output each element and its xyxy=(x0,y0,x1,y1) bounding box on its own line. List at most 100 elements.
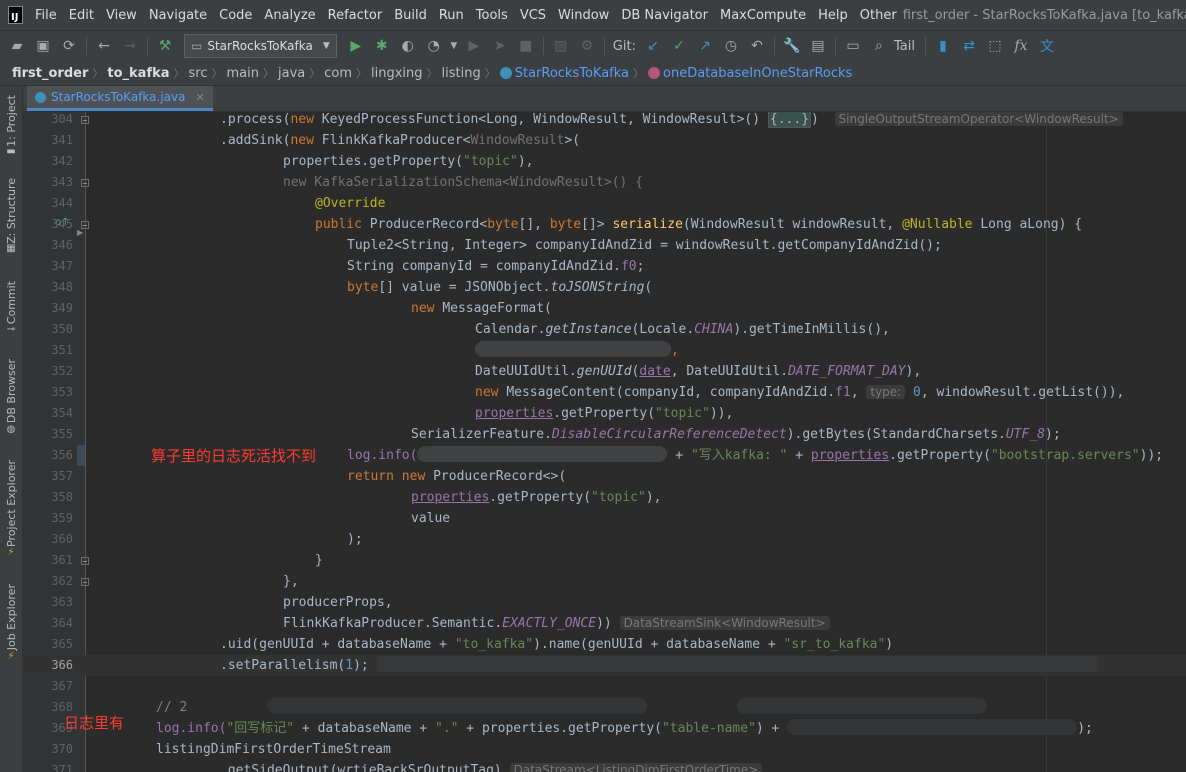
code-text: .addSink(new FlinkKafkaProducer<WindowRe… xyxy=(220,130,580,151)
run-config-select[interactable]: ▭ StarRocksToKafka ▼ xyxy=(184,34,337,58)
menu-view[interactable]: View xyxy=(100,8,143,23)
translate-icon[interactable]: 文 xyxy=(1034,34,1060,58)
menu-bar: IJ File Edit View Navigate Code Analyze … xyxy=(0,0,1186,30)
menu-other[interactable]: Other xyxy=(854,8,903,23)
search-icon[interactable]: ⌕ xyxy=(866,34,892,58)
reload-changed-icon[interactable]: ⚙ xyxy=(574,34,600,58)
folded-region[interactable]: {...} xyxy=(767,112,812,128)
tool-tab-db-browser[interactable]: DB Browser ◍ xyxy=(0,356,22,438)
debug-bug-icon[interactable]: ✱ xyxy=(369,34,395,58)
line-number: 370 xyxy=(51,742,73,756)
parameter-hint: type: xyxy=(866,385,906,399)
code-token: , xyxy=(850,385,867,400)
plugin-icon[interactable]: ⬚ xyxy=(982,34,1008,58)
step-icon[interactable]: ➤ xyxy=(487,34,513,58)
menu-vcs[interactable]: VCS xyxy=(514,8,552,23)
save-all-icon[interactable]: ▣ xyxy=(30,34,56,58)
tool-tab-project[interactable]: 1: Project ▬ xyxy=(0,90,22,162)
more-run-chevron-icon[interactable]: ▼ xyxy=(447,34,461,58)
breadcrumb-project[interactable]: first_order xyxy=(0,66,91,81)
code-line: 348 byte[] value = JSONObject.toJSONStri… xyxy=(23,277,1186,298)
menu-file[interactable]: File xyxy=(29,8,63,23)
breadcrumb-method[interactable]: oneDatabaseInOneStarRocks xyxy=(645,66,855,81)
profile-icon[interactable]: ◔ xyxy=(421,34,447,58)
stop-icon[interactable]: ■ xyxy=(513,34,539,58)
menu-maxcompute[interactable]: MaxCompute xyxy=(714,8,812,23)
sync-icon[interactable]: ⟳ xyxy=(56,34,82,58)
tool-tab-job-explorer[interactable]: Job Explorer ⚡ xyxy=(0,580,22,666)
code-token: SerializerFeature. xyxy=(411,427,552,442)
breadcrumb-lingxing[interactable]: lingxing xyxy=(368,66,426,81)
type-hint: DataStreamSink<WindowResult> xyxy=(619,616,830,630)
breadcrumb-listing[interactable]: listing xyxy=(439,66,484,81)
menu-tools[interactable]: Tools xyxy=(470,8,514,23)
job-explorer-icon: ⚡ xyxy=(7,650,15,662)
code-token: CHINA xyxy=(694,322,734,337)
breadcrumb-java[interactable]: java xyxy=(275,66,308,81)
attach-icon[interactable]: ▨ xyxy=(548,34,574,58)
code-token: EXACTLY_ONCE xyxy=(502,616,597,631)
code-token: "topic" xyxy=(655,406,710,421)
code-token: "sr_to_kafka" xyxy=(783,637,886,652)
annotation-log-present: 日志里有 xyxy=(64,714,125,732)
tail-label[interactable]: Tail xyxy=(892,39,921,54)
menu-db-navigator[interactable]: DB Navigator xyxy=(615,8,714,23)
git-commit-check-icon[interactable]: ✓ xyxy=(666,34,692,58)
menu-navigate[interactable]: Navigate xyxy=(143,8,213,23)
code-text: String companyId = companyIdAndZid.f0; xyxy=(347,256,644,277)
tool-tab-commit-label: Commit xyxy=(4,280,18,325)
resume-icon[interactable]: ▶ xyxy=(461,34,487,58)
breadcrumb-module[interactable]: to_kafka xyxy=(104,66,172,81)
menu-refactor[interactable]: Refactor xyxy=(322,8,389,23)
tool-tab-structure[interactable]: Z: Structure ▦ xyxy=(0,176,22,256)
menu-run[interactable]: Run xyxy=(433,8,470,23)
breadcrumb-main[interactable]: main xyxy=(224,66,262,81)
run-icon[interactable]: ▶ xyxy=(343,34,369,58)
git-push-icon[interactable]: ↗ xyxy=(692,34,718,58)
tool-tab-project-explorer[interactable]: Project Explorer ⚡ xyxy=(0,456,22,562)
toolbar-divider xyxy=(603,37,605,55)
coverage-icon[interactable]: ◐ xyxy=(395,34,421,58)
code-token: DateUUIdUtil. xyxy=(475,364,577,379)
redacted-block xyxy=(417,446,668,462)
menu-help[interactable]: Help xyxy=(812,8,854,23)
code-line: 352 DateUUIdUtil.genUUId(date, DateUUIdU… xyxy=(23,361,1186,382)
menu-code[interactable]: Code xyxy=(213,8,258,23)
code-token: .setParallelism( xyxy=(220,658,346,673)
menu-analyze[interactable]: Analyze xyxy=(258,8,321,23)
open-folder-icon[interactable]: ▰ xyxy=(4,34,30,58)
code-line: 343 new KafkaSerializationSchema<WindowR… xyxy=(23,172,1186,193)
chevron-down-icon: ▼ xyxy=(322,41,330,51)
menu-edit[interactable]: Edit xyxy=(63,8,100,23)
menu-build[interactable]: Build xyxy=(388,8,433,23)
code-token: MessageFormat( xyxy=(442,301,552,316)
breadcrumb-class[interactable]: StarRocksToKafka xyxy=(497,66,632,81)
close-icon[interactable]: ✕ xyxy=(195,91,204,104)
line-number: 351 xyxy=(51,343,73,357)
code-text: @Override xyxy=(315,196,386,211)
database-icon[interactable]: ▮ xyxy=(930,34,956,58)
git-update-icon[interactable]: ↙ xyxy=(640,34,666,58)
tool-tab-commit[interactable]: Commit ⊸ xyxy=(0,278,22,338)
function-fx-icon[interactable]: fx xyxy=(1008,34,1034,58)
history-clock-icon[interactable]: ◷ xyxy=(718,34,744,58)
code-text: Calendar.getInstance(Locale.CHINA).getTi… xyxy=(475,319,890,340)
code-token: serialize xyxy=(612,217,683,232)
editor-tab-starrockstokafka[interactable]: StarRocksToKafka.java ✕ xyxy=(27,86,213,111)
code-line: 304 .process(new KeyedProcessFunction<Lo… xyxy=(23,112,1186,130)
rollback-icon[interactable]: ↶ xyxy=(744,34,770,58)
diff-icon[interactable]: ⇄ xyxy=(956,34,982,58)
code-editor[interactable]: o↑ ▶ 304 .process(new KeyedProcessFuncti… xyxy=(23,112,1186,772)
back-arrow-icon[interactable]: ← xyxy=(91,34,117,58)
breadcrumb-src[interactable]: src xyxy=(186,66,211,81)
terminal-icon[interactable]: ▭ xyxy=(840,34,866,58)
breadcrumb-com[interactable]: com xyxy=(321,66,355,81)
build-hammer-icon[interactable]: ⚒ xyxy=(152,34,178,58)
code-line: 358 properties.getProperty("topic"), xyxy=(23,487,1186,508)
menu-window[interactable]: Window xyxy=(552,8,615,23)
project-structure-icon[interactable]: ▤ xyxy=(805,34,831,58)
forward-arrow-icon[interactable]: → xyxy=(117,34,143,58)
breadcrumb-separator: 〉 xyxy=(426,67,438,80)
settings-wrench-icon[interactable]: 🔧 xyxy=(779,34,805,58)
code-text: .uid(genUUId + databaseName + "to_kafka"… xyxy=(220,634,893,655)
